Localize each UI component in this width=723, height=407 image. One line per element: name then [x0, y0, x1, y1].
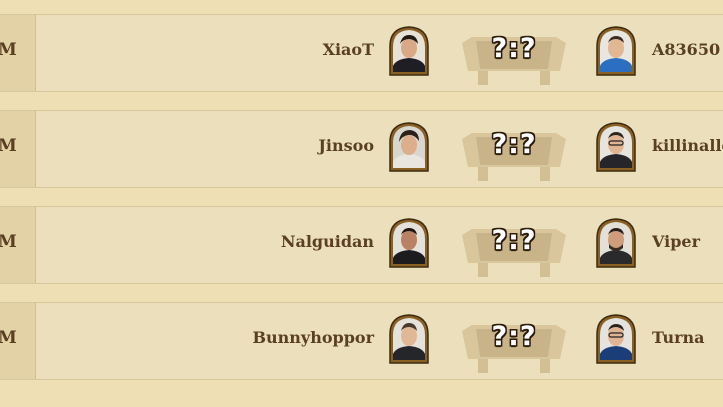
match-schedule: M XiaoT ?:? A83650 M Jinsoo ?:? killinal…	[0, 0, 723, 407]
match-time-cell: M	[0, 207, 36, 283]
score-display: ?:?	[458, 309, 570, 375]
match-score: ?:?	[491, 129, 537, 160]
match-row[interactable]: M Jinsoo ?:? killinall	[0, 110, 723, 188]
left-player-name[interactable]: Bunnyhoppor	[253, 328, 375, 347]
match-time-cell: M	[0, 15, 36, 91]
score-display: ?:?	[458, 117, 570, 183]
left-player-name[interactable]: Nalguidan	[281, 232, 374, 251]
left-player-name[interactable]: Jinsoo	[318, 136, 374, 155]
left-player-portrait-icon[interactable]	[388, 314, 430, 364]
right-player-name[interactable]: Turna	[652, 328, 705, 347]
right-player-name[interactable]: killinallday	[652, 136, 723, 155]
match-row[interactable]: M XiaoT ?:? A83650	[0, 14, 723, 92]
match-time: M	[0, 232, 17, 252]
match-time-cell: M	[0, 111, 36, 187]
right-player-name[interactable]: A83650	[652, 40, 720, 59]
match-time: M	[0, 40, 17, 60]
right-player-portrait-icon[interactable]	[595, 314, 637, 364]
right-player-portrait-icon[interactable]	[595, 218, 637, 268]
right-player-portrait-icon[interactable]	[595, 122, 637, 172]
left-player-portrait-icon[interactable]	[388, 218, 430, 268]
match-time-cell: M	[0, 303, 36, 379]
match-time: M	[0, 328, 17, 348]
score-display: ?:?	[458, 21, 570, 87]
right-player-portrait-icon[interactable]	[595, 26, 637, 76]
match-row[interactable]: M Nalguidan ?:? Viper	[0, 206, 723, 284]
match-row[interactable]: M Bunnyhoppor ?:? Turna	[0, 302, 723, 380]
left-player-portrait-icon[interactable]	[388, 26, 430, 76]
match-score: ?:?	[491, 321, 537, 352]
left-player-portrait-icon[interactable]	[388, 122, 430, 172]
match-score: ?:?	[491, 33, 537, 64]
match-time: M	[0, 136, 17, 156]
score-display: ?:?	[458, 213, 570, 279]
match-score: ?:?	[491, 225, 537, 256]
left-player-name[interactable]: XiaoT	[323, 40, 374, 59]
right-player-name[interactable]: Viper	[652, 232, 700, 251]
